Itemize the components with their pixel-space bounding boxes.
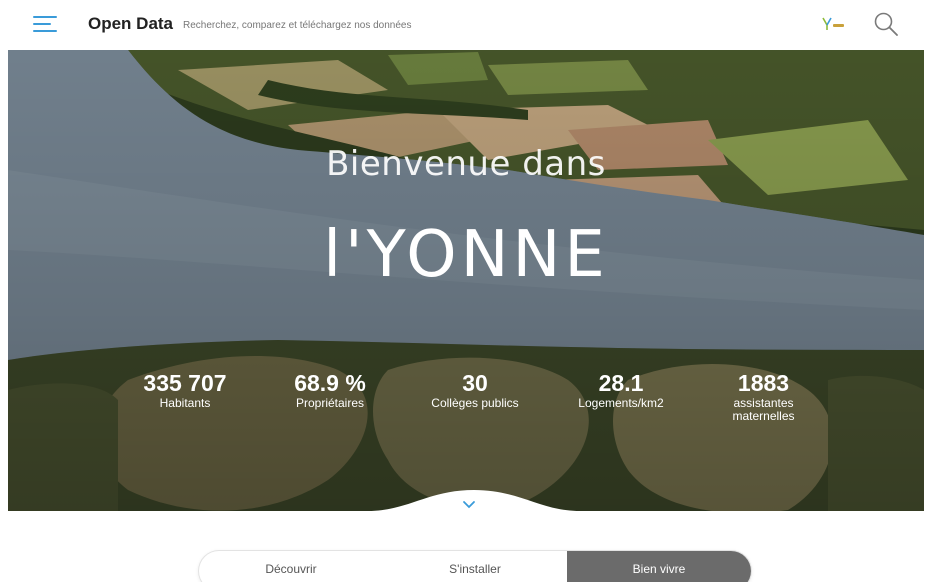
stat-label: Habitants [159,396,211,410]
stat-proprietaires: 68.9 % Propriétaires [260,370,400,410]
stat-value: 30 [462,370,488,396]
search-icon[interactable] [873,11,899,37]
stat-colleges: 30 Collèges publics [405,370,545,410]
section-tabs: Découvrir S'installer Bien vivre [199,551,751,582]
yonne-logo-icon[interactable] [820,15,846,33]
hero-welcome-text: Bienvenue dans [326,144,606,184]
tab-decouvrir[interactable]: Découvrir [199,551,383,582]
stat-label: assistantes maternelles [732,396,795,423]
hero-place-title: l'YONNE [323,218,609,292]
stat-habitants: 335 707 Habitants [115,370,255,410]
stat-label: Logements/km2 [578,396,664,410]
stat-value: 28.1 [598,370,644,396]
stat-assistantes: 1883 assistantes maternelles [696,370,831,423]
hero-banner: Bienvenue dans l'YONNE 335 707 Habitants… [8,50,924,519]
stat-value: 68.9 % [294,370,366,396]
tab-bien-vivre[interactable]: Bien vivre [567,551,751,582]
stat-value: 1883 [737,370,790,396]
stat-label: Propriétaires [295,396,365,410]
stat-label: Collèges publics [431,396,519,410]
stat-value: 335 707 [143,370,227,396]
site-title[interactable]: Open Data [88,14,173,34]
stat-logements: 28.1 Logements/km2 [551,370,691,410]
site-tagline: Recherchez, comparez et téléchargez nos … [183,20,412,31]
top-bar: Open Data Recherchez, comparez et téléch… [0,0,932,50]
tab-sinstaller[interactable]: S'installer [383,551,567,582]
hamburger-menu-icon[interactable] [33,15,59,35]
chevron-down-icon[interactable] [462,500,476,510]
